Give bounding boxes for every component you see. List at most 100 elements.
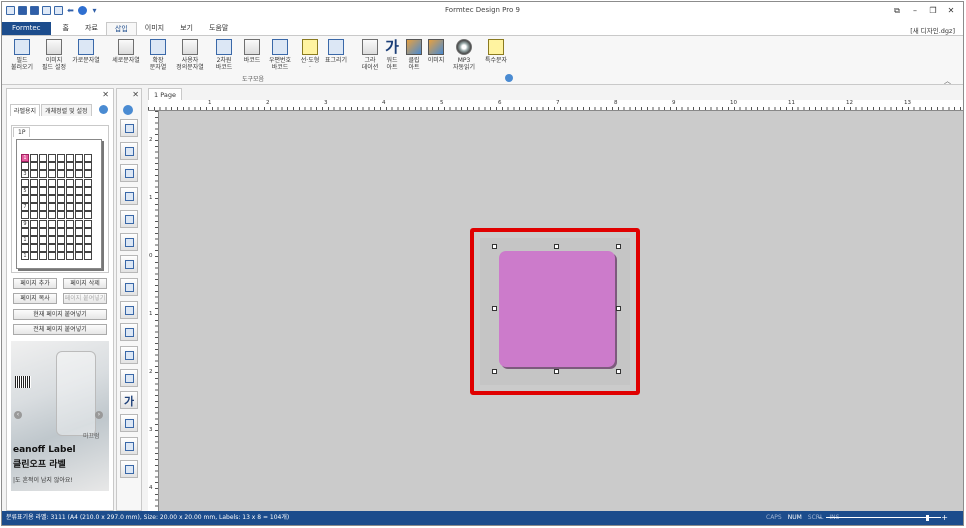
label-cell[interactable] bbox=[39, 235, 47, 244]
label-cell[interactable] bbox=[48, 244, 56, 253]
label-cell[interactable] bbox=[75, 154, 83, 162]
tab-4[interactable]: 이미지 bbox=[137, 22, 172, 35]
label-cell[interactable] bbox=[21, 211, 29, 220]
label-cell[interactable] bbox=[84, 186, 92, 195]
tool-mp3-cd[interactable] bbox=[120, 459, 138, 478]
label-cell[interactable] bbox=[57, 252, 65, 261]
label-cell[interactable] bbox=[30, 170, 38, 179]
label-cell[interactable] bbox=[21, 194, 29, 203]
label-cell[interactable] bbox=[57, 186, 65, 195]
ribbon-button-vertical-text[interactable]: 세로문자열 bbox=[110, 39, 142, 64]
tool-shape[interactable] bbox=[120, 323, 138, 342]
label-cell[interactable] bbox=[48, 211, 56, 220]
label-cell[interactable] bbox=[75, 252, 83, 261]
label-cell[interactable]: 9 bbox=[21, 219, 29, 228]
label-cell[interactable] bbox=[57, 178, 65, 187]
label-cell[interactable] bbox=[57, 162, 65, 171]
label-cell[interactable] bbox=[39, 178, 47, 187]
tool-image[interactable] bbox=[120, 436, 138, 455]
label-cell[interactable] bbox=[30, 219, 38, 228]
delete-page-button[interactable]: 페이지 삭제 bbox=[63, 278, 107, 289]
tool-field-check[interactable] bbox=[120, 119, 138, 137]
label-cell[interactable] bbox=[48, 154, 56, 162]
ad-next-icon[interactable]: › bbox=[95, 411, 103, 419]
tab-6[interactable]: 도움말 bbox=[201, 22, 236, 35]
ribbon-button-horizontal-text[interactable]: 가로문자열 bbox=[70, 39, 102, 64]
label-cell[interactable] bbox=[30, 162, 38, 171]
restore-button[interactable]: ❐ bbox=[925, 4, 941, 18]
tool-wordart[interactable]: 가 bbox=[120, 391, 138, 410]
ribbon-button-table[interactable]: 표그리기 bbox=[320, 39, 352, 64]
label-cell[interactable] bbox=[84, 211, 92, 220]
tab-5[interactable]: 보기 bbox=[172, 22, 201, 35]
tool-qr-code[interactable] bbox=[120, 255, 138, 274]
label-cell[interactable] bbox=[66, 219, 74, 228]
label-cell[interactable] bbox=[57, 244, 65, 253]
label-cell[interactable]: 1 bbox=[21, 252, 29, 261]
collapse-ribbon-icon[interactable]: ︿ bbox=[944, 76, 951, 86]
label-cell[interactable] bbox=[75, 219, 83, 228]
zoom-out-icon[interactable]: – bbox=[818, 511, 822, 525]
label-cell[interactable] bbox=[30, 203, 38, 212]
ribbon-display-icon[interactable]: ⧉ bbox=[889, 4, 905, 18]
resize-handle-bottom-right[interactable] bbox=[616, 369, 621, 374]
tab-label-paper[interactable]: 라벨용지 bbox=[10, 104, 41, 116]
paste-page-button[interactable]: 페이지 붙여넣기 bbox=[63, 293, 107, 304]
label-cell[interactable] bbox=[57, 235, 65, 244]
label-cell[interactable] bbox=[75, 227, 83, 236]
label-cell[interactable] bbox=[30, 227, 38, 236]
label-cell[interactable] bbox=[39, 252, 47, 261]
label-cell[interactable] bbox=[84, 170, 92, 179]
label-cell[interactable] bbox=[30, 252, 38, 261]
label-cell[interactable] bbox=[30, 235, 38, 244]
label-cell[interactable] bbox=[39, 227, 47, 236]
label-cell[interactable] bbox=[84, 252, 92, 261]
tab-2[interactable]: 자료 bbox=[77, 22, 106, 35]
label-cell[interactable] bbox=[39, 154, 47, 162]
page-tab-1p[interactable]: 1P bbox=[13, 127, 31, 137]
label-cell[interactable] bbox=[66, 211, 74, 220]
label-cell[interactable] bbox=[75, 211, 83, 220]
label-cell[interactable] bbox=[66, 162, 74, 171]
design-canvas[interactable] bbox=[159, 111, 963, 511]
zoom-in-icon[interactable]: + bbox=[941, 511, 948, 525]
label-cell[interactable] bbox=[39, 219, 47, 228]
label-cell[interactable] bbox=[84, 244, 92, 253]
label-cell[interactable] bbox=[57, 170, 65, 179]
panel-close-icon[interactable]: ✕ bbox=[102, 90, 109, 99]
label-cell[interactable] bbox=[75, 162, 83, 171]
label-cell[interactable] bbox=[66, 186, 74, 195]
label-cell[interactable] bbox=[84, 235, 92, 244]
label-cell[interactable] bbox=[48, 194, 56, 203]
label-cell[interactable] bbox=[39, 211, 47, 220]
label-cell[interactable] bbox=[39, 170, 47, 179]
label-cell[interactable] bbox=[21, 178, 29, 187]
label-cell[interactable] bbox=[30, 211, 38, 220]
advertisement-banner[interactable]: 미끄럼 ‹ › eanoff Label 클린오프 라벨 |도 흔적이 남지 않… bbox=[11, 341, 109, 491]
label-cell[interactable] bbox=[57, 227, 65, 236]
ribbon-button-image-field[interactable]: 이미지 필드 설정 bbox=[38, 39, 70, 71]
label-cell[interactable] bbox=[39, 194, 47, 203]
resize-handle-top-left[interactable] bbox=[492, 244, 497, 249]
toolbox-pin-icon[interactable] bbox=[123, 105, 133, 115]
label-cell[interactable] bbox=[30, 178, 38, 187]
label-cell[interactable] bbox=[66, 154, 74, 162]
label-cell[interactable] bbox=[84, 219, 92, 228]
label-cell[interactable] bbox=[48, 227, 56, 236]
ribbon-button-extended-text[interactable]: 확장 문자열 bbox=[142, 39, 174, 71]
label-cell[interactable] bbox=[84, 194, 92, 203]
toolbox-close-icon[interactable]: ✕ bbox=[132, 90, 139, 99]
resize-handle-top[interactable] bbox=[554, 244, 559, 249]
paste-all-pages-button[interactable]: 전체 페이지 붙여넣기 bbox=[13, 324, 107, 335]
tab-3[interactable]: 삽입 bbox=[105, 22, 137, 35]
label-cell[interactable] bbox=[57, 219, 65, 228]
resize-handle-bottom-left[interactable] bbox=[492, 369, 497, 374]
minimize-button[interactable]: – bbox=[907, 4, 923, 18]
close-button[interactable]: ✕ bbox=[943, 4, 959, 18]
label-cell[interactable] bbox=[66, 252, 74, 261]
label-cell[interactable] bbox=[84, 178, 92, 187]
tool-table[interactable] bbox=[120, 346, 138, 364]
tool-clipart[interactable] bbox=[120, 414, 138, 433]
label-cell[interactable] bbox=[30, 194, 38, 203]
label-cell[interactable] bbox=[84, 227, 92, 236]
